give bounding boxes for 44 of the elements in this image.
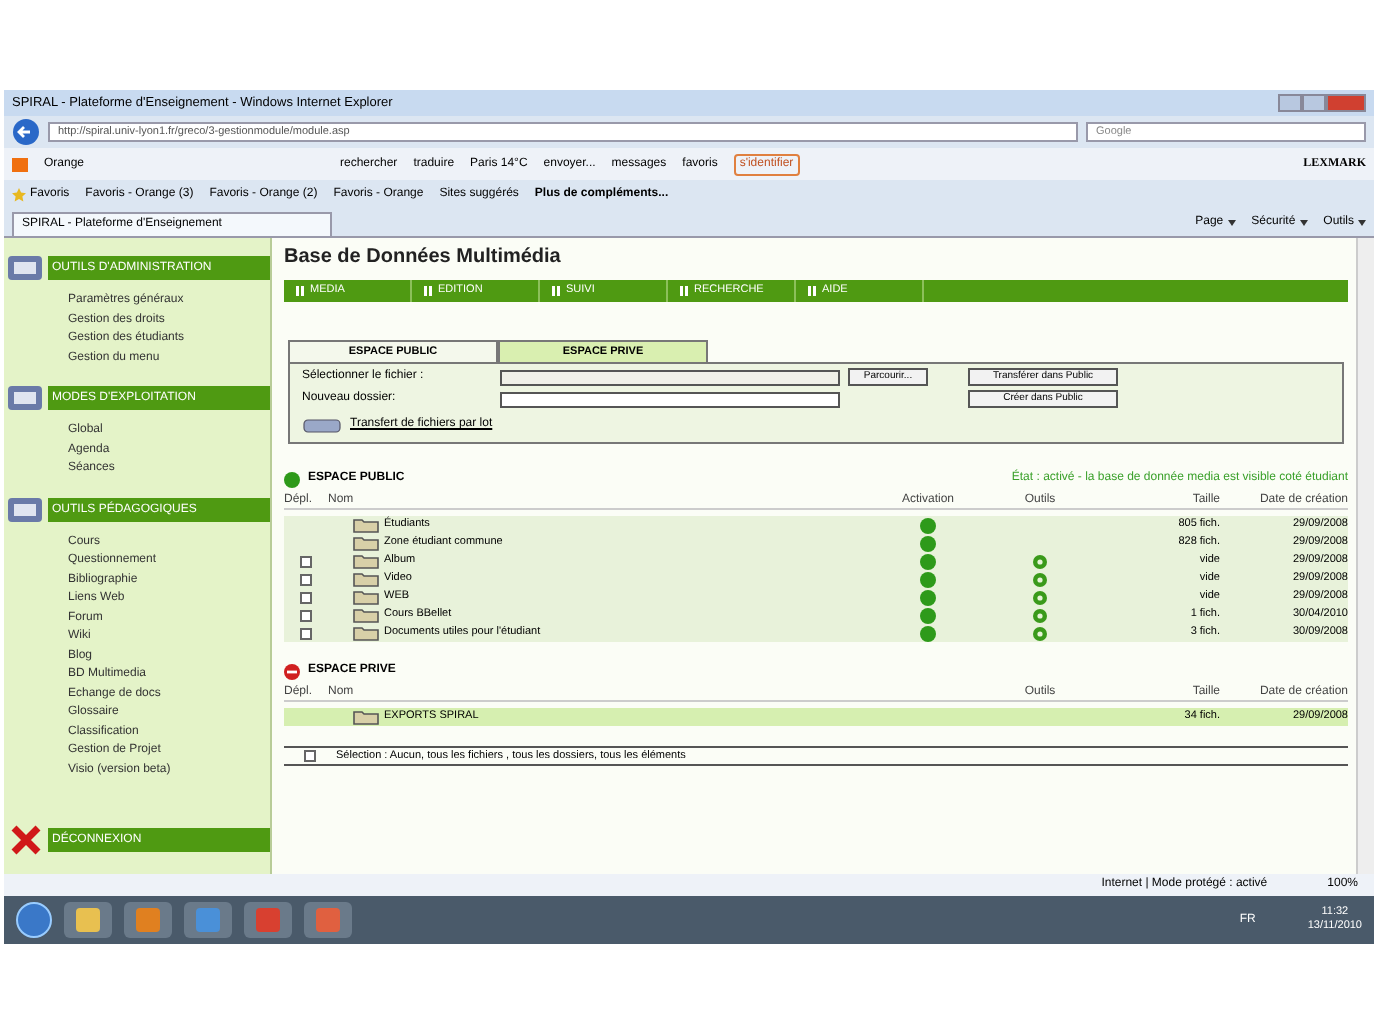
caret-icon <box>1299 220 1308 226</box>
transfer-icon <box>302 417 342 433</box>
start-button[interactable] <box>16 902 52 938</box>
folder-icon <box>352 552 380 570</box>
folder-icon <box>352 534 380 552</box>
bars-icon <box>296 286 304 296</box>
section-icon <box>4 250 48 286</box>
back-icon[interactable] <box>12 118 40 146</box>
private-status-icon <box>284 663 300 679</box>
checkbox[interactable] <box>300 555 312 567</box>
minimize-button[interactable] <box>1278 94 1302 112</box>
checkbox[interactable] <box>300 627 312 639</box>
checkbox[interactable] <box>300 609 312 621</box>
folder-input[interactable] <box>500 391 840 407</box>
caret-icon <box>1358 220 1366 226</box>
taskbar-app-icon[interactable] <box>124 902 172 938</box>
gear-icon[interactable] <box>1032 571 1048 587</box>
folder-icon <box>352 588 380 606</box>
public-status-icon <box>284 471 300 487</box>
taskbar-app-icon[interactable] <box>64 902 112 938</box>
brand-logo-icon <box>12 157 28 171</box>
folder-icon <box>352 570 380 588</box>
gear-icon[interactable] <box>1032 625 1048 641</box>
scrollbar[interactable] <box>1356 238 1374 874</box>
bars-icon <box>552 286 560 296</box>
checkbox[interactable] <box>300 573 312 585</box>
gear-icon[interactable] <box>1032 553 1048 569</box>
folder-icon <box>352 606 380 624</box>
section-icon <box>4 380 48 416</box>
star-icon <box>12 188 26 202</box>
page-title: Base de Données Multimédia <box>284 246 563 270</box>
folder-icon <box>352 624 380 642</box>
checkbox[interactable] <box>304 750 316 762</box>
caret-icon <box>1227 220 1236 226</box>
folder-icon <box>352 708 380 726</box>
maximize-button[interactable] <box>1302 94 1326 112</box>
folder-icon <box>352 516 380 534</box>
gear-icon[interactable] <box>1032 589 1048 605</box>
file-input[interactable] <box>500 369 840 385</box>
checkbox[interactable] <box>300 591 312 603</box>
bars-icon <box>424 286 432 296</box>
bars-icon <box>808 286 816 296</box>
gear-icon[interactable] <box>1032 607 1048 623</box>
bars-icon <box>680 286 688 296</box>
